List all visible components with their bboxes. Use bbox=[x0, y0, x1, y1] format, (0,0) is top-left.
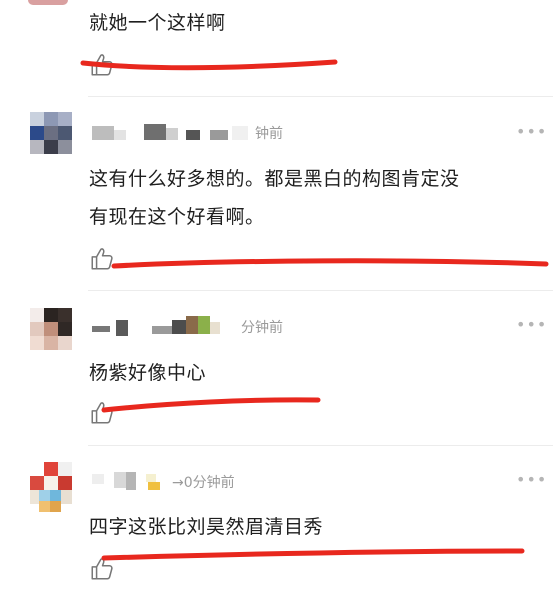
comment-text: 杨紫好像中心 bbox=[89, 362, 207, 384]
red-highlight-line bbox=[101, 548, 525, 561]
more-dots-icon[interactable]: ••• bbox=[516, 315, 547, 334]
username-mosaic bbox=[92, 470, 172, 492]
avatar-fragment bbox=[28, 0, 68, 5]
divider bbox=[88, 290, 553, 291]
avatar bbox=[30, 308, 72, 350]
divider bbox=[88, 445, 553, 446]
comment-time: →0分钟前 bbox=[172, 475, 235, 491]
avatar bbox=[30, 112, 72, 154]
comment-text: 就她一个这样啊 bbox=[89, 12, 226, 34]
username-mosaic bbox=[92, 124, 252, 140]
username-mosaic bbox=[92, 316, 232, 338]
comment-text-line: 这有什么好多想的。都是黑白的构图肯定没 bbox=[89, 168, 460, 190]
comment-time: 钟前 bbox=[255, 126, 283, 142]
red-highlight-line bbox=[111, 258, 549, 269]
comment-text: 四字这张比刘昊然眉清目秀 bbox=[89, 516, 324, 538]
comment-text-line: 有现在这个好看啊。 bbox=[89, 206, 265, 228]
red-highlight-line bbox=[101, 397, 321, 413]
comment-time: 分钟前 bbox=[241, 320, 283, 336]
red-highlight-line bbox=[80, 59, 338, 71]
avatar-badge bbox=[39, 490, 61, 512]
more-dots-icon[interactable]: ••• bbox=[516, 122, 547, 141]
more-dots-icon[interactable]: ••• bbox=[516, 470, 547, 489]
divider bbox=[88, 96, 553, 97]
